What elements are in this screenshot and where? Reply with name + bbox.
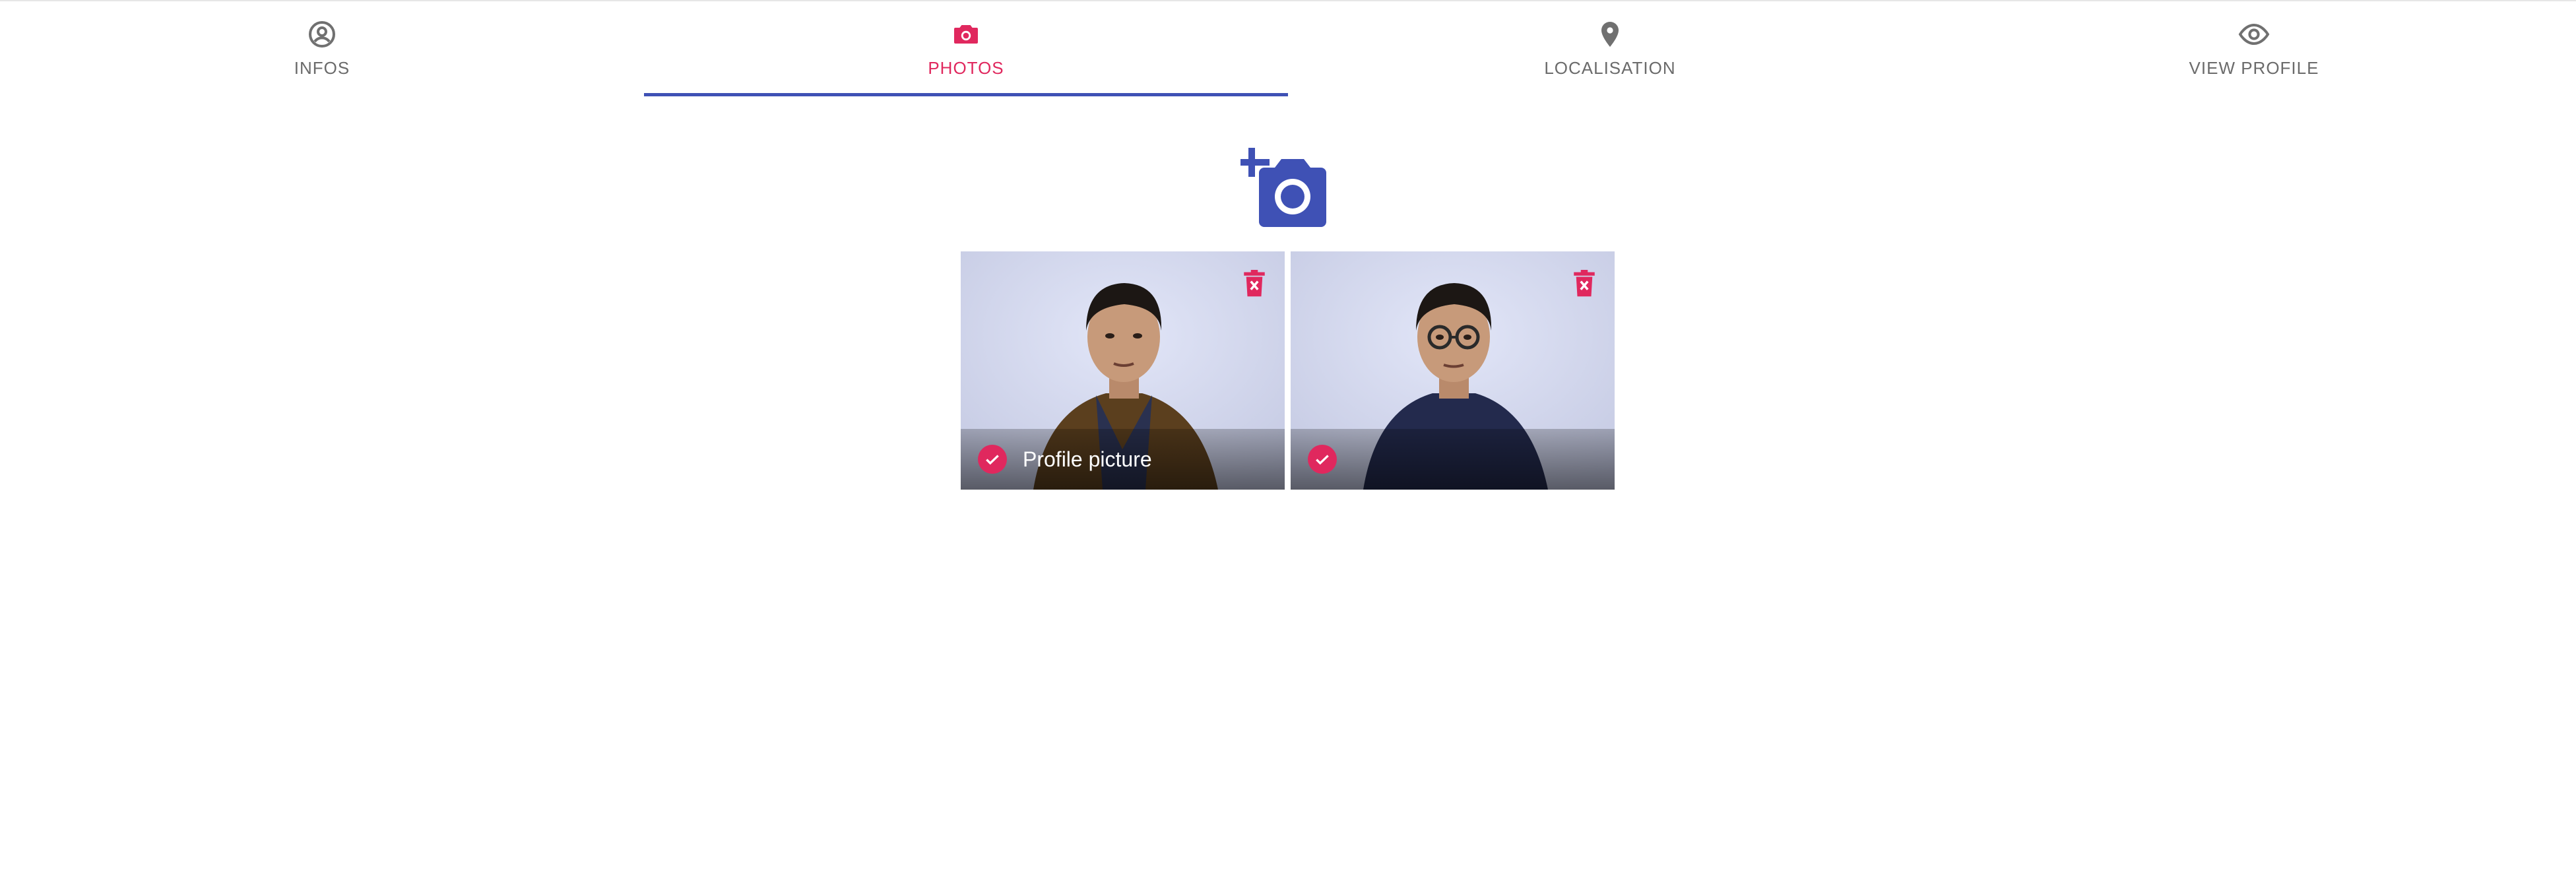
profile-tabs: INFOS PHOTOS LOCALISATION VIEW PROFILE	[0, 1, 2576, 98]
tab-photos[interactable]: PHOTOS	[644, 1, 1288, 98]
delete-icon	[1244, 270, 1265, 297]
photo-caption: Profile picture	[1023, 447, 1152, 471]
delete-photo-button[interactable]	[1570, 269, 1598, 299]
photo-gallery: Profile picture	[961, 251, 1615, 490]
photo-caption-bar	[1291, 429, 1615, 490]
tab-localisation-label: LOCALISATION	[1544, 58, 1676, 78]
delete-icon	[1574, 270, 1595, 297]
tab-view-profile-label: VIEW PROFILE	[2189, 58, 2319, 78]
selected-check-button[interactable]	[1308, 445, 1337, 474]
selected-check-button[interactable]	[978, 445, 1007, 474]
camera-icon	[954, 25, 978, 44]
tab-infos-label: INFOS	[294, 58, 350, 78]
photo-card[interactable]: Profile picture	[961, 251, 1285, 490]
account-circle-icon	[309, 21, 335, 48]
tab-localisation[interactable]: LOCALISATION	[1288, 1, 1932, 98]
add-photo-button[interactable]	[1240, 145, 1333, 231]
photo-caption-bar: Profile picture	[961, 429, 1285, 490]
tab-infos[interactable]: INFOS	[0, 1, 644, 98]
check-icon	[1316, 455, 1329, 465]
tab-view-profile[interactable]: VIEW PROFILE	[1932, 1, 2576, 98]
active-tab-indicator	[644, 93, 1288, 96]
check-icon	[986, 455, 999, 465]
add-photo-camera-icon	[1240, 148, 1326, 227]
tab-photos-label: PHOTOS	[928, 58, 1004, 78]
eye-icon	[2238, 23, 2270, 46]
location-pin-icon	[1601, 22, 1619, 47]
delete-photo-button[interactable]	[1240, 269, 1268, 299]
photo-card[interactable]	[1291, 251, 1615, 490]
